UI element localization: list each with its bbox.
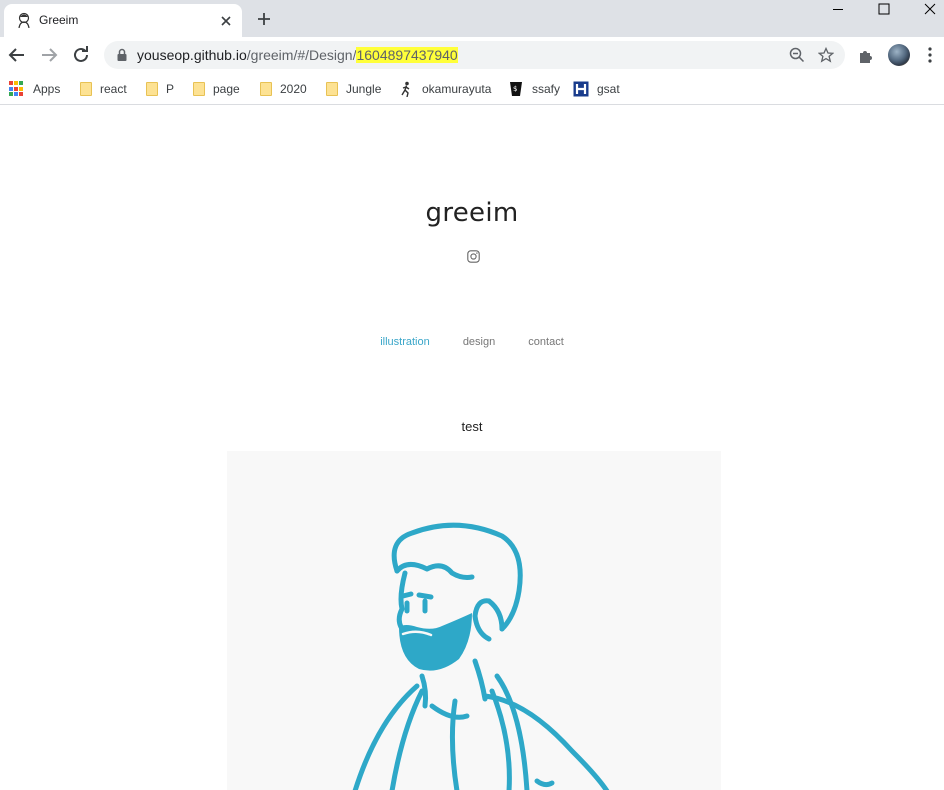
tab-greeim[interactable]: Greeim [4, 4, 242, 37]
tab-title: Greeim [39, 13, 79, 27]
bookmark-label: gsat [597, 82, 620, 96]
bookmark-label: P [166, 82, 175, 96]
minimize-icon[interactable] [815, 0, 861, 20]
forward-icon[interactable] [37, 43, 61, 67]
lock-icon [117, 48, 127, 61]
bearded-man-illustration [352, 522, 610, 790]
bookmark-label: react [100, 82, 127, 96]
url-highlighted-id: 1604897437940 [356, 47, 458, 63]
profile-avatar[interactable] [888, 44, 910, 66]
tab-close-icon[interactable] [218, 13, 234, 29]
url-path: /greeim/#/Design/ [246, 47, 357, 63]
instagram-icon[interactable] [467, 250, 480, 263]
bookmark-label: Jungle [346, 82, 382, 96]
bookmark-label: 2020 [280, 82, 307, 96]
reload-icon[interactable] [69, 43, 93, 67]
address-bar[interactable]: youseop.github.io/greeim/#/Design/160489… [104, 41, 845, 69]
nav-illustration[interactable]: illustration [380, 336, 430, 348]
folder-icon [146, 82, 158, 96]
ssafy-icon: $ [510, 82, 522, 96]
bookmark-page[interactable]: page [191, 80, 240, 98]
svg-text:$: $ [513, 85, 517, 93]
post-title: test [461, 419, 483, 434]
bookmark-label: Apps [33, 82, 61, 96]
nav-design[interactable]: design [463, 336, 495, 348]
web-page: greeim illustration design contact test [0, 106, 944, 790]
url-host: youseop.github.io [137, 47, 247, 63]
folder-icon [326, 82, 338, 96]
bookmark-label: okamurayuta [422, 82, 492, 96]
bookmark-react[interactable]: react [78, 80, 127, 98]
tab-strip: Greeim [0, 0, 944, 37]
back-icon[interactable] [5, 43, 29, 67]
bookmark-apps[interactable]: Apps [9, 80, 60, 98]
toolbar: youseop.github.io/greeim/#/Design/160489… [0, 37, 944, 73]
bookmark-label: page [213, 82, 240, 96]
bookmark-ssafy[interactable]: $ ssafy [508, 80, 560, 98]
bookmark-p[interactable]: P [144, 80, 174, 98]
bookmark-okamurayuta[interactable]: okamurayuta [398, 80, 491, 98]
h-logo-icon [573, 81, 589, 97]
extensions-puzzle-icon[interactable] [857, 47, 875, 65]
apps-grid-icon [9, 81, 25, 97]
window-close-icon[interactable] [907, 0, 944, 20]
zoom-out-icon[interactable] [789, 47, 805, 63]
site-nav: illustration design contact [0, 336, 944, 348]
bookmark-gsat[interactable]: gsat [573, 80, 620, 98]
artwork-image[interactable] [227, 451, 721, 790]
site-title[interactable]: greeim [0, 198, 944, 228]
more-menu-icon[interactable] [922, 46, 938, 64]
folder-icon [260, 82, 272, 96]
folder-icon [80, 82, 92, 96]
bookmark-2020[interactable]: 2020 [258, 80, 307, 98]
maximize-icon[interactable] [861, 0, 907, 20]
bookmark-label: ssafy [532, 82, 561, 96]
nav-contact[interactable]: contact [528, 336, 563, 348]
folder-icon [193, 82, 205, 96]
new-tab-icon[interactable] [256, 11, 272, 27]
url-text: youseop.github.io/greeim/#/Design/160489… [137, 47, 458, 63]
favicon-icon [18, 12, 30, 28]
bookmark-jungle[interactable]: Jungle [324, 80, 381, 98]
bookmark-star-icon[interactable] [818, 47, 834, 63]
bookmarks-bar: Apps react P page 2020 Jungle okamurayut… [0, 73, 944, 105]
runner-icon [401, 81, 410, 97]
